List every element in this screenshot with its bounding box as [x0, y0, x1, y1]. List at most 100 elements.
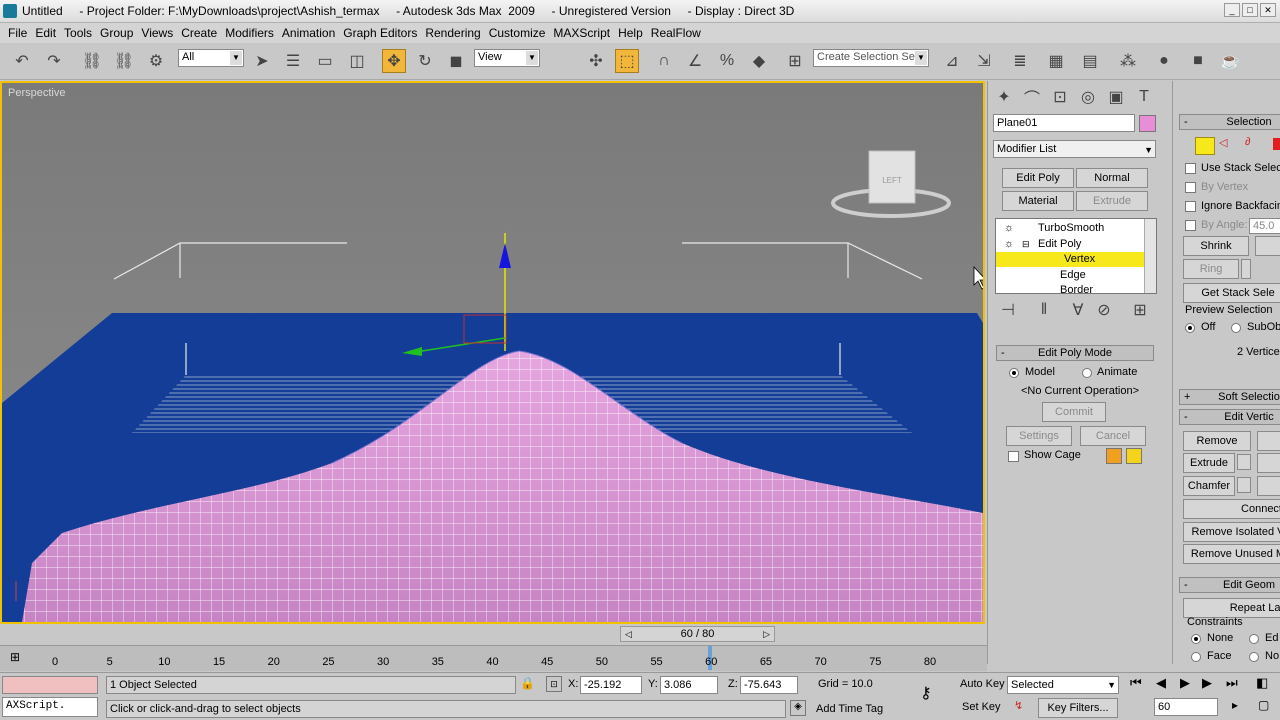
make-unique-icon[interactable]: ∀	[1066, 298, 1090, 322]
normal-button[interactable]: Normal	[1076, 168, 1148, 188]
chamfer-settings-icon[interactable]	[1237, 477, 1251, 493]
bind-to-space-warp-icon[interactable]: ⚙	[144, 49, 168, 73]
show-end-result-icon[interactable]: ‖	[1032, 298, 1056, 322]
constraint-face-radio[interactable]	[1191, 652, 1201, 662]
shrink-button[interactable]: Shrink	[1183, 236, 1249, 256]
modify-tab-icon[interactable]: ⌒	[1020, 85, 1044, 109]
viewport-label[interactable]: Perspective	[8, 87, 65, 99]
key-mode-dropdown[interactable]: Selected ▼	[1007, 676, 1119, 694]
lock-icon[interactable]: 🔒	[520, 676, 535, 690]
constraint-none-radio[interactable]	[1191, 634, 1201, 644]
extrude-button[interactable]: Extrude	[1076, 191, 1148, 211]
modifier-stack[interactable]: ☼ TurboSmooth ☼ ⊟ Edit Poly Vertex Edge …	[995, 218, 1157, 294]
window-crossing-icon[interactable]: ◫	[345, 49, 369, 73]
spinner-snap-icon[interactable]: ◆	[747, 49, 771, 73]
named-selection-dropdown[interactable]: Create Selection Se ▼	[813, 49, 929, 67]
redo-icon[interactable]: ↷	[42, 49, 66, 73]
maxscript-listener[interactable]: AXScript.	[2, 697, 98, 717]
menu-tools[interactable]: Tools	[64, 26, 100, 40]
stack-item-edit-poly[interactable]: ☼ ⊟ Edit Poly	[996, 237, 1144, 252]
utilities-tab-icon[interactable]: T	[1132, 85, 1156, 109]
commit-button[interactable]: Commit	[1042, 402, 1106, 422]
weld-button[interactable]	[1257, 453, 1280, 473]
select-by-name-icon[interactable]: ☰	[281, 49, 305, 73]
menu-file[interactable]: File	[2, 26, 35, 40]
absolute-mode-icon[interactable]: ⊡	[546, 676, 562, 692]
extrude-vertex-button[interactable]: Extrude	[1183, 453, 1235, 473]
menu-group[interactable]: Group	[100, 26, 141, 40]
edit-vertices-rollout[interactable]: - Edit Vertic	[1179, 409, 1280, 425]
modifier-list-dropdown[interactable]: Modifier List ▼	[993, 140, 1156, 158]
lightbulb-icon[interactable]: ☼	[1004, 221, 1014, 236]
edit-named-selection-icon[interactable]: ⊞	[783, 49, 807, 73]
close-button[interactable]: ✕	[1260, 3, 1276, 17]
select-and-scale-icon[interactable]: ◼	[444, 49, 468, 73]
by-vertex-checkbox[interactable]	[1185, 182, 1196, 193]
minimize-button[interactable]: _	[1224, 3, 1240, 17]
menu-create[interactable]: Create	[181, 26, 225, 40]
material-button[interactable]: Material	[1002, 191, 1074, 211]
select-and-move-icon[interactable]: ✥	[382, 49, 406, 73]
track-bar[interactable]: ⊞ 0 5 10 15 20 25 30 35 40 45 50 55 60 65 70 75 80	[0, 645, 987, 671]
menu-graph-editors[interactable]: Graph Editors	[343, 26, 425, 40]
snaps-toggle-icon[interactable]: ∩	[652, 49, 676, 73]
viewport-navigation-icon[interactable]: ▢	[1258, 698, 1269, 712]
animate-radio[interactable]	[1082, 368, 1092, 378]
stack-item-border[interactable]: Border	[996, 283, 1144, 293]
remove-modifier-icon[interactable]: ⊘	[1092, 298, 1116, 322]
menu-help[interactable]: Help	[618, 26, 651, 40]
key-icon[interactable]: ⚷	[920, 683, 932, 703]
material-editor-icon[interactable]: ●	[1152, 49, 1176, 73]
viewport-scene[interactable]: LEFT	[2, 83, 983, 622]
remove-isolated-vertices-button[interactable]: Remove Isolated V	[1183, 522, 1280, 542]
configure-sets-icon[interactable]: ⊞	[1128, 298, 1152, 322]
z-coord-field[interactable]: -75.643	[740, 676, 798, 694]
edit-poly-button[interactable]: Edit Poly	[1002, 168, 1074, 188]
cage-color-swatch-1[interactable]	[1106, 448, 1122, 464]
chamfer-button[interactable]: Chamfer	[1183, 476, 1235, 496]
border-subobject-icon[interactable]: ∂	[1245, 136, 1250, 148]
edit-geometry-rollout[interactable]: - Edit Geom	[1179, 577, 1280, 593]
edit-poly-mode-rollout[interactable]: - Edit Poly Mode	[996, 345, 1154, 361]
menu-customize[interactable]: Customize	[489, 26, 554, 40]
preview-off-radio[interactable]	[1185, 323, 1195, 333]
add-time-tag-button[interactable]: Add Time Tag	[816, 703, 883, 715]
graphite-modeling-icon[interactable]: ▦	[1044, 49, 1068, 73]
use-pivot-center-icon[interactable]: ✣	[584, 49, 608, 73]
maximize-button[interactable]: □	[1242, 3, 1258, 17]
set-key-button[interactable]: Set Key	[962, 701, 1001, 713]
get-stack-selection-button[interactable]: Get Stack Sele	[1183, 283, 1280, 303]
key-mode-toggle-icon[interactable]: ◧	[1256, 675, 1268, 691]
polygon-subobject-icon[interactable]	[1273, 138, 1280, 150]
align-icon[interactable]: ⇲	[972, 49, 996, 73]
preview-subobj-radio[interactable]	[1231, 323, 1241, 333]
render-setup-icon[interactable]: ■	[1186, 49, 1210, 73]
select-and-rotate-icon[interactable]: ↻	[413, 49, 437, 73]
cage-color-swatch-2[interactable]	[1126, 448, 1142, 464]
stack-item-edge[interactable]: Edge	[996, 268, 1144, 283]
curve-editor-icon[interactable]: ▤	[1078, 49, 1102, 73]
object-name-field[interactable]: Plane01	[993, 114, 1135, 132]
edge-subobject-icon[interactable]: ◁	[1219, 136, 1227, 149]
time-configuration-icon[interactable]: ▸	[1232, 698, 1238, 712]
rectangular-selection-icon[interactable]: ▭	[313, 49, 337, 73]
selection-filter-dropdown[interactable]: All ▼	[178, 49, 244, 67]
grow-button[interactable]	[1255, 236, 1280, 256]
quick-render-icon[interactable]: ☕	[1218, 49, 1242, 73]
stack-item-turbosmooth[interactable]: ☼ TurboSmooth	[996, 221, 1144, 236]
cancel-button[interactable]: Cancel	[1080, 426, 1146, 446]
menu-views[interactable]: Views	[141, 26, 181, 40]
select-object-icon[interactable]: ➤	[250, 49, 274, 73]
menu-maxscript[interactable]: MAXScript	[553, 26, 618, 40]
maxscript-listener-top[interactable]	[2, 676, 98, 694]
repeat-last-button[interactable]: Repeat Las	[1183, 598, 1280, 618]
ring-button[interactable]: Ring	[1183, 259, 1239, 279]
mini-curve-editor-icon[interactable]: ⊞	[10, 650, 20, 664]
model-radio[interactable]	[1009, 368, 1019, 378]
undo-icon[interactable]: ↶	[10, 49, 34, 73]
constraint-normal-radio[interactable]	[1249, 652, 1259, 662]
menu-realflow[interactable]: RealFlow	[651, 26, 709, 40]
auto-key-button[interactable]: Auto Key	[960, 678, 1005, 690]
reference-coordinate-dropdown[interactable]: View ▼	[474, 49, 540, 67]
go-to-end-icon[interactable]: ⏭	[1226, 675, 1238, 691]
